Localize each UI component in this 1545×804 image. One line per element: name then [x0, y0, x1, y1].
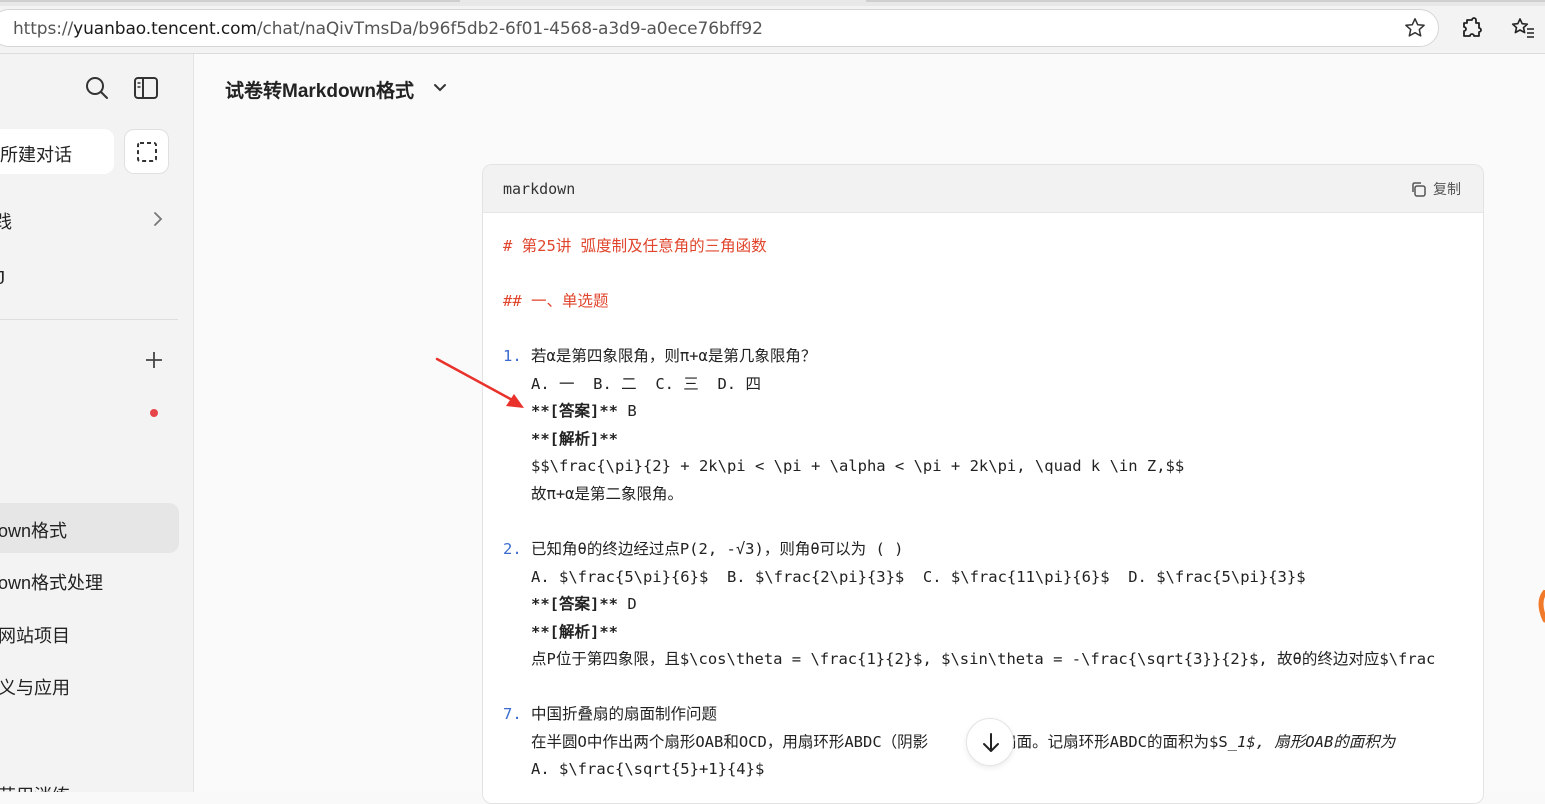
new-chat-label: 所建对话 — [0, 145, 72, 165]
history-item-0[interactable]: own格式 — [0, 517, 67, 543]
chat-main: 试卷转Markdown格式 markdown 复制 # 第25讲 弧度制及任意角… — [194, 54, 1545, 804]
new-chat-button[interactable]: 所建对话 — [0, 129, 114, 174]
add-icon[interactable] — [143, 349, 165, 371]
code-text: 1$, 扇形OAB的面积为 — [1236, 733, 1396, 751]
answer-label: **[答案]** — [503, 595, 618, 613]
chat-title[interactable]: 试卷转Markdown格式 — [225, 76, 414, 103]
code-line: **[解析]** — [503, 623, 618, 641]
floating-widget-icon[interactable] — [1536, 590, 1545, 624]
copy-icon — [1412, 181, 1426, 197]
code-line: 7. 中国折叠扇的扇面制作问题 — [503, 701, 717, 729]
url-host: yuanbao.tencent.com — [73, 19, 257, 39]
list-number: 2. — [503, 540, 522, 558]
code-line: 故π+α是第二象限角。 — [503, 485, 683, 503]
history-item-3[interactable]: 义与应用 — [0, 674, 70, 700]
sidebar-item-1[interactable]: J — [0, 268, 5, 289]
chevron-down-icon[interactable] — [432, 80, 448, 96]
code-line: **[答案]** D — [503, 591, 637, 619]
code-line: 2. 已知角θ的终边经过点P(2, -√3)，则角θ可以为 ( ) — [503, 536, 903, 564]
sidebar-item-0[interactable]: 践 — [0, 208, 12, 234]
dashed-square-icon — [137, 142, 157, 162]
question-text: 已知角θ的终边经过点P(2, -√3)，则角θ可以为 ( ) — [521, 540, 904, 558]
annotation-arrow — [435, 357, 524, 408]
code-block: markdown 复制 # 第25讲 弧度制及任意角的三角函数 ## 一、单选题… — [482, 164, 1484, 804]
code-line: # 第25讲 弧度制及任意角的三角函数 — [503, 237, 767, 255]
code-line: 点P位于第四象限，且$\cos\theta = \frac{1}{2}$, $\… — [503, 650, 1436, 668]
extensions-icon[interactable] — [1458, 15, 1484, 41]
code-line: 在半圆O中作出两个扇形OAB和OCD，用扇环形ABDC（阴影 制作扇面。记扇环形A… — [503, 729, 1395, 757]
star-icon[interactable] — [1403, 16, 1427, 40]
answer-value: B — [618, 402, 637, 420]
code-line: A. 一 B. 二 C. 三 D. 四 — [503, 375, 761, 393]
question-text: 中国折叠扇的扇面制作问题 — [521, 705, 718, 723]
url-text[interactable]: https://yuanbao.tencent.com/chat/naQivTm… — [13, 19, 763, 39]
code-language: markdown — [503, 180, 576, 198]
answer-value: D — [618, 595, 637, 613]
history-item-1[interactable]: own格式处理 — [0, 569, 103, 595]
copy-button[interactable]: 复制 — [1410, 179, 1461, 199]
address-bar[interactable]: https://yuanbao.tencent.com/chat/naQivTm… — [0, 9, 1439, 47]
favorites-icon[interactable] — [1510, 15, 1536, 41]
browser-toolbar: https://yuanbao.tencent.com/chat/naQivTm… — [0, 0, 1545, 54]
code-line: ## 一、单选题 — [503, 292, 609, 310]
notification-dot — [150, 409, 158, 417]
chevron-right-icon[interactable] — [150, 209, 166, 229]
url-scheme: https:// — [13, 19, 74, 39]
code-text: 在半圆O中作出两个扇形OAB和OCD，用扇环形ABDC（阴影 — [503, 733, 929, 751]
history-item-4[interactable]: 芸用消练 — [0, 782, 70, 792]
scroll-to-bottom-button[interactable] — [966, 718, 1014, 766]
list-number: 7. — [503, 705, 522, 723]
code-line: A. $\frac{5\pi}{6}$ B. $\frac{2\pi}{3}$ … — [503, 568, 1306, 586]
search-icon[interactable] — [83, 74, 111, 102]
sidebar-toggle-icon[interactable] — [132, 74, 160, 102]
question-text: 若α是第四象限角，则π+α是第几象限角？ — [521, 347, 817, 365]
code-line: A. $\frac{\sqrt{5}+1}{4}$ — [503, 760, 765, 778]
code-block-header: markdown 复制 — [483, 165, 1483, 213]
sidebar-divider — [0, 319, 178, 320]
code-line: 1. 若α是第四象限角，则π+α是第几象限角？ — [503, 343, 816, 371]
arrow-down-icon — [983, 733, 999, 752]
sidebar: 所建对话 践 J own格式 own格式处理 网站项目 义与应用 芸用消练 — [0, 54, 194, 792]
copy-label: 复制 — [1433, 181, 1461, 197]
tab-strip — [0, 0, 1545, 6]
select-mode-button[interactable] — [124, 129, 169, 174]
code-line: $$\frac{\pi}{2} + 2k\pi < \pi + \alpha <… — [503, 457, 1185, 475]
history-item-2[interactable]: 网站项目 — [0, 622, 70, 648]
code-line: **[解析]** — [503, 430, 618, 448]
url-path: /chat/naQivTmsDa/b96f5db2-6f01-4568-a3d9… — [256, 19, 763, 39]
